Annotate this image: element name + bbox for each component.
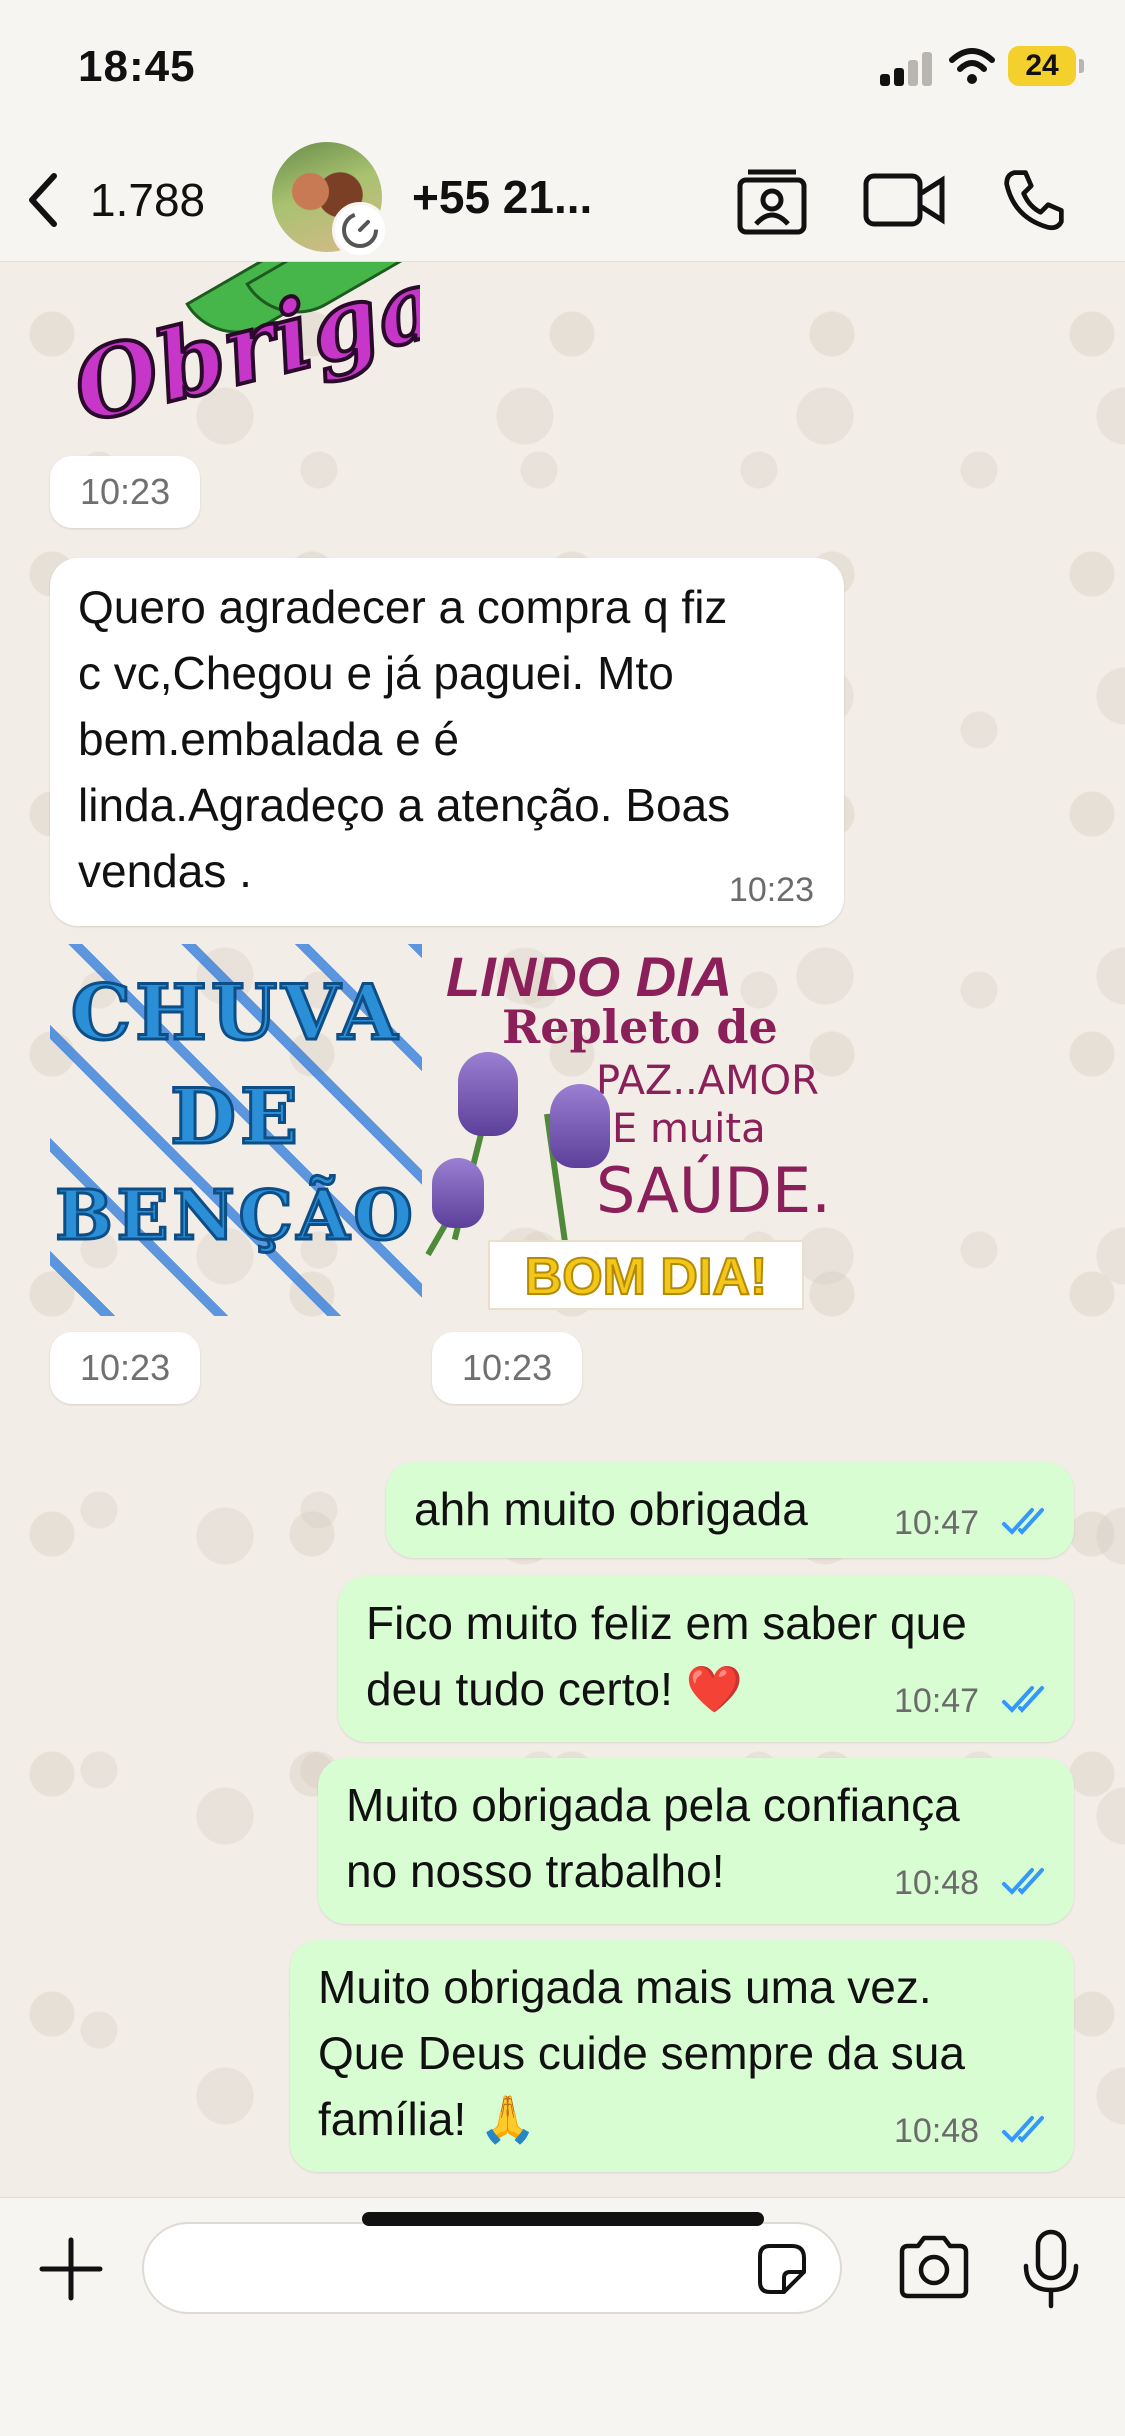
read-receipt-icon [1002,2116,1044,2143]
sticker-bom-dia: BOM DIA! [488,1240,804,1310]
microphone-icon[interactable] [1020,2228,1082,2310]
voice-call-button[interactable] [994,160,1074,240]
battery-icon: 24 [1008,46,1084,86]
sticker-lindo-dia[interactable]: LINDO DIA Repleto de PAZ..AMOR E muita S… [425,944,831,1324]
message-composer [0,2197,1125,2436]
unread-count: 1.788 [90,174,206,226]
video-call-button[interactable] [862,160,948,240]
sticker-timestamp: 10:23 [50,456,201,528]
sticker-line: Repleto de [502,1000,778,1054]
camera-icon[interactable] [896,2234,972,2300]
message-text: Muito obrigada pela confiança no nosso t… [346,1779,960,1897]
message-time: 10:23 [728,871,814,909]
message-time: 10:48 [894,1864,980,1902]
sticker-chuva-de-bencao[interactable]: CHUVA DE BENÇÃO [50,944,422,1316]
tulip-flower [432,1158,484,1228]
video-camera-icon [863,173,945,227]
message-text: ahh muito obrigada [414,1483,808,1535]
message-time: 10:47 [894,1682,980,1720]
chat-header: 1.788 +55 21... [0,140,1125,262]
sticker-timestamp: 10:23 [432,1332,583,1404]
outgoing-message[interactable]: ahh muito obrigada 10:47 [386,1462,1074,1558]
outgoing-message[interactable]: Muito obrigada pela confiança no nosso t… [318,1758,1074,1924]
message-text: Quero agradecer a compra q fiz c vc,Cheg… [78,581,731,897]
incoming-message[interactable]: Quero agradecer a compra q fiz c vc,Cheg… [50,558,844,926]
message-text: Fico muito feliz em saber que deu tudo c… [366,1597,967,1715]
contact-name[interactable]: +55 21... [412,170,592,224]
outgoing-message[interactable]: Fico muito feliz em saber que deu tudo c… [338,1576,1074,1742]
contact-card-button[interactable] [732,160,812,240]
sticker-line: E muita [612,1106,766,1152]
tulip-flower [458,1052,518,1136]
attach-plus-icon[interactable] [36,2234,106,2304]
tulip-flower [550,1084,610,1168]
message-time: 10:48 [894,2112,980,2150]
cellular-signal-icon [880,52,936,86]
message-text: Muito obrigada mais uma vez. Que Deus cu… [318,1961,965,2145]
home-indicator[interactable] [362,2212,764,2226]
sticker-line: PAZ..AMOR [596,1058,819,1104]
status-time: 18:45 [78,42,196,91]
message-time: 10:47 [894,1504,980,1542]
contact-card-icon [737,169,807,235]
sticker-timestamp: 10:23 [50,1332,201,1404]
chat-messages[interactable]: Obrigada! 10:23 Quero agradecer a compra… [0,262,1125,2197]
disappearing-messages-icon [332,202,388,258]
sticker-chuva-art: CHUVA DE BENÇÃO [50,944,422,1316]
status-bar: 18:45 24 [0,0,1125,140]
sticker-icon[interactable] [752,2240,810,2298]
chevron-left-icon [29,173,57,227]
phone-icon [1004,170,1064,231]
wifi-icon [949,48,995,84]
sticker-line: SAÚDE. [596,1154,831,1227]
back-button[interactable]: 1.788 [22,164,205,236]
message-input[interactable] [142,2222,842,2314]
read-receipt-icon [1002,1868,1044,1895]
read-receipt-icon [1002,1508,1044,1535]
whatsapp-chat-screen: 18:45 24 1.788 +55 21... Obrigada! 10:23… [0,0,1125,2436]
read-receipt-icon [1002,1686,1044,1713]
outgoing-message[interactable]: Muito obrigada mais uma vez. Que Deus cu… [290,1940,1074,2172]
